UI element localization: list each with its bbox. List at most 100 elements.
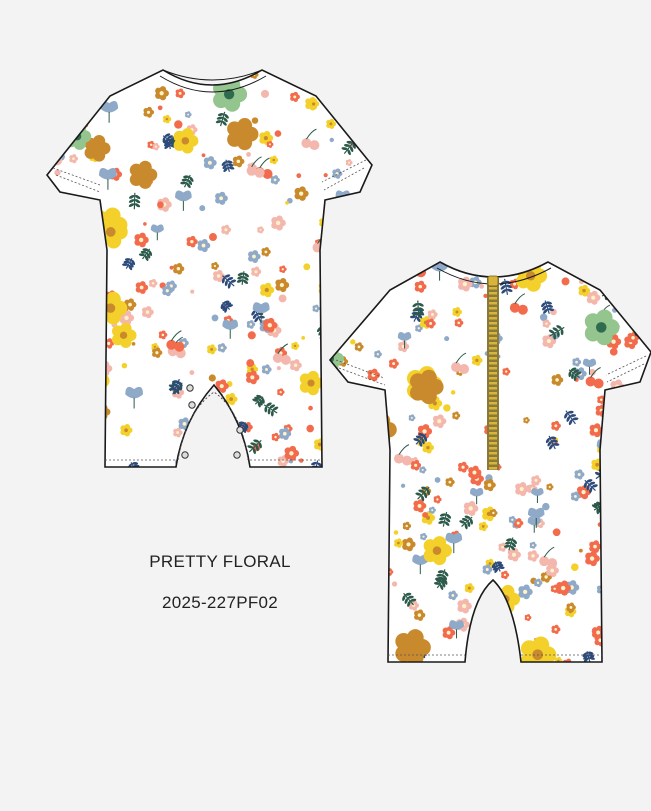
flower-motif: [322, 68, 336, 82]
leaf-sprig-motif: [204, 432, 223, 452]
leaf-sprig-motif: [348, 53, 361, 70]
dot-motif: [350, 339, 355, 344]
tulip-motif: [642, 650, 651, 668]
flower-motif: [65, 59, 96, 90]
flower-motif: [48, 241, 60, 253]
dot-motif: [190, 290, 194, 294]
dot-motif: [602, 540, 606, 544]
dot-motif: [324, 173, 328, 177]
dot-motif: [199, 205, 205, 211]
tulip-motif: [329, 442, 343, 459]
flower-motif: [615, 633, 624, 642]
dot-motif: [54, 57, 62, 65]
flower-motif: [591, 458, 603, 470]
dot-motif: [157, 201, 164, 208]
flower-motif: [361, 434, 372, 445]
dot-motif: [610, 348, 618, 356]
leaf-sprig-motif: [367, 410, 384, 427]
flower-motif: [90, 232, 99, 241]
flower-motif: [645, 437, 651, 451]
flower-motif: [319, 505, 331, 517]
flower-motif: [46, 409, 54, 418]
dot-motif: [275, 130, 282, 137]
flower-motif: [329, 96, 339, 106]
flower-motif: [313, 497, 327, 512]
flower-motif: [349, 444, 359, 455]
flower-motif: [566, 253, 577, 265]
flower-motif: [368, 664, 377, 673]
flower-motif: [603, 621, 612, 630]
leaf-sprig-motif: [322, 317, 340, 334]
dot-motif: [324, 482, 329, 487]
flower-motif: [364, 263, 371, 271]
leaf-sprig-motif: [628, 234, 648, 254]
snap-button-icon: [234, 452, 240, 458]
dot-motif: [330, 138, 334, 142]
dot-motif: [443, 404, 450, 411]
leaf-sprig-motif: [372, 465, 386, 478]
leaf-sprig-motif: [38, 228, 57, 246]
flower-motif: [618, 480, 629, 491]
flower-motif: [358, 280, 370, 292]
flower-motif: [42, 297, 54, 309]
flower-motif: [100, 279, 107, 286]
dot-motif: [54, 170, 60, 176]
flower-motif: [645, 283, 651, 293]
flower-motif: [499, 654, 509, 664]
dot-motif: [435, 477, 441, 483]
dot-motif: [350, 58, 356, 64]
flower-motif: [351, 466, 358, 474]
flower-motif: [339, 450, 352, 464]
flower-motif: [601, 570, 613, 582]
flower-motif: [329, 330, 338, 339]
front-floral-print: [35, 46, 387, 485]
design-code: 2025-227PF02: [0, 593, 440, 613]
flower-motif: [320, 90, 332, 102]
dot-motif: [646, 443, 651, 450]
flower-motif: [369, 237, 383, 252]
flower-motif: [329, 410, 336, 418]
flower-motif: [345, 265, 353, 273]
flower-motif: [329, 398, 342, 411]
dot-motif: [367, 515, 374, 522]
flower-motif: [347, 424, 361, 438]
snap-button-icon: [189, 402, 195, 408]
dot-motif: [401, 484, 405, 488]
flower-motif: [362, 415, 377, 430]
leaf-sprig-motif: [73, 393, 90, 410]
flower-motif: [43, 374, 56, 387]
dot-motif: [143, 222, 147, 226]
flower-motif: [199, 472, 209, 482]
dot-motif: [312, 57, 318, 63]
flower-motif: [107, 80, 114, 87]
flower-motif: [341, 402, 352, 414]
tulip-motif: [346, 445, 359, 461]
dot-motif: [132, 342, 136, 346]
dot-motif: [360, 279, 367, 286]
flower-motif: [140, 468, 152, 480]
dot-motif: [261, 90, 269, 98]
flower-motif: [594, 634, 606, 647]
flower-motif: [92, 87, 104, 99]
tulip-motif: [368, 395, 381, 411]
dot-motif: [308, 406, 313, 411]
flower-motif: [349, 394, 360, 405]
dot-motif: [68, 82, 72, 86]
dot-motif: [68, 323, 74, 329]
dot-motif: [553, 528, 561, 536]
tulip-motif: [73, 234, 85, 249]
dot-motif: [306, 425, 314, 433]
leaf-sprig-motif: [36, 448, 54, 468]
flower-motif: [83, 106, 90, 113]
flower-motif: [327, 396, 337, 407]
dot-motif: [158, 105, 163, 110]
dot-motif: [607, 500, 611, 504]
dot-motif: [571, 563, 579, 571]
leaf-sprig-motif: [627, 257, 647, 277]
flower-motif: [341, 106, 347, 113]
dot-motif: [357, 298, 362, 303]
tulip-motif: [35, 464, 52, 485]
flower-motif: [359, 457, 366, 464]
leaf-sprig-motif: [336, 104, 353, 121]
flower-motif: [608, 533, 617, 543]
